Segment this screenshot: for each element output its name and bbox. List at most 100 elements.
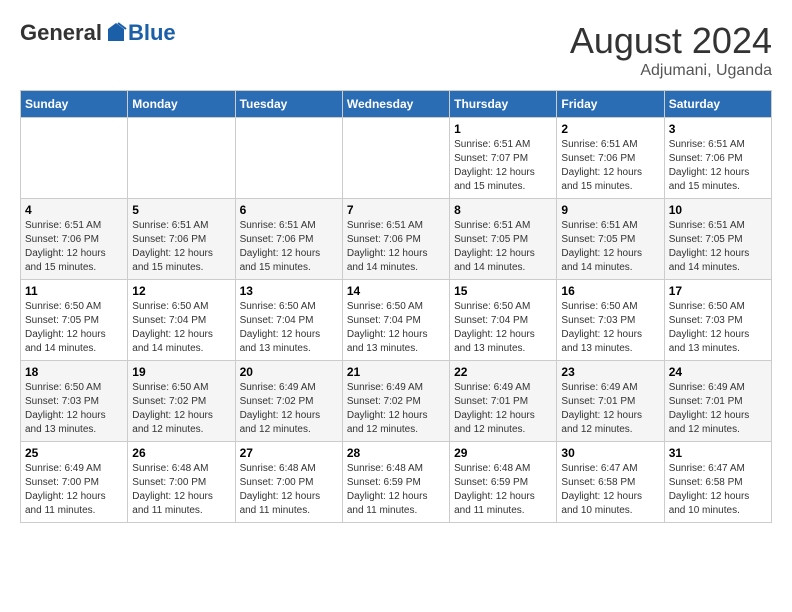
day-info: Sunrise: 6:50 AM Sunset: 7:03 PM Dayligh…: [669, 300, 767, 356]
day-info: Sunrise: 6:51 AM Sunset: 7:07 PM Dayligh…: [454, 138, 552, 194]
day-number: 25: [25, 446, 123, 460]
weekday-header: Friday: [557, 91, 664, 118]
day-number: 27: [240, 446, 338, 460]
title-block: August 2024 Adjumani, Uganda: [570, 20, 772, 80]
calendar-cell: 15 Sunrise: 6:50 AM Sunset: 7:04 PM Dayli…: [450, 280, 557, 361]
calendar-cell: 12 Sunrise: 6:50 AM Sunset: 7:04 PM Dayli…: [128, 280, 235, 361]
day-info: Sunrise: 6:48 AM Sunset: 7:00 PM Dayligh…: [132, 462, 230, 518]
weekday-header: Monday: [128, 91, 235, 118]
day-number: 10: [669, 203, 767, 217]
calendar-cell: 20 Sunrise: 6:49 AM Sunset: 7:02 PM Dayli…: [235, 361, 342, 442]
calendar-cell: 25 Sunrise: 6:49 AM Sunset: 7:00 PM Dayli…: [21, 442, 128, 523]
day-number: 26: [132, 446, 230, 460]
calendar-table: SundayMondayTuesdayWednesdayThursdayFrid…: [20, 90, 772, 523]
calendar-cell: [21, 118, 128, 199]
day-info: Sunrise: 6:50 AM Sunset: 7:03 PM Dayligh…: [25, 381, 123, 437]
day-info: Sunrise: 6:51 AM Sunset: 7:05 PM Dayligh…: [454, 219, 552, 275]
calendar-cell: 7Sunrise: 6:51 AM Sunset: 7:06 PM Daylig…: [342, 199, 449, 280]
weekday-header: Tuesday: [235, 91, 342, 118]
calendar-cell: 5Sunrise: 6:51 AM Sunset: 7:06 PM Daylig…: [128, 199, 235, 280]
logo-icon: [104, 21, 128, 45]
logo: General Blue: [20, 20, 176, 46]
day-info: Sunrise: 6:49 AM Sunset: 7:00 PM Dayligh…: [25, 462, 123, 518]
day-number: 15: [454, 284, 552, 298]
calendar-week-row: 11 Sunrise: 6:50 AM Sunset: 7:05 PM Dayli…: [21, 280, 772, 361]
day-number: 13: [240, 284, 338, 298]
calendar-cell: 16 Sunrise: 6:50 AM Sunset: 7:03 PM Dayli…: [557, 280, 664, 361]
day-number: 16: [561, 284, 659, 298]
weekday-header: Wednesday: [342, 91, 449, 118]
day-info: Sunrise: 6:51 AM Sunset: 7:05 PM Dayligh…: [561, 219, 659, 275]
day-info: Sunrise: 6:50 AM Sunset: 7:03 PM Dayligh…: [561, 300, 659, 356]
day-number: 29: [454, 446, 552, 460]
day-info: Sunrise: 6:50 AM Sunset: 7:04 PM Dayligh…: [347, 300, 445, 356]
calendar-cell: [235, 118, 342, 199]
calendar-cell: 18 Sunrise: 6:50 AM Sunset: 7:03 PM Dayli…: [21, 361, 128, 442]
day-info: Sunrise: 6:51 AM Sunset: 7:06 PM Dayligh…: [240, 219, 338, 275]
calendar-cell: [128, 118, 235, 199]
calendar-week-row: 25 Sunrise: 6:49 AM Sunset: 7:00 PM Dayli…: [21, 442, 772, 523]
day-number: 5: [132, 203, 230, 217]
calendar-week-row: 4 Sunrise: 6:51 AM Sunset: 7:06 PM Daylig…: [21, 199, 772, 280]
calendar-cell: 14 Sunrise: 6:50 AM Sunset: 7:04 PM Dayli…: [342, 280, 449, 361]
day-number: 20: [240, 365, 338, 379]
day-number: 4: [25, 203, 123, 217]
day-info: Sunrise: 6:48 AM Sunset: 7:00 PM Dayligh…: [240, 462, 338, 518]
day-info: Sunrise: 6:50 AM Sunset: 7:04 PM Dayligh…: [132, 300, 230, 356]
day-number: 2: [561, 122, 659, 136]
day-number: 17: [669, 284, 767, 298]
calendar-week-row: 18 Sunrise: 6:50 AM Sunset: 7:03 PM Dayli…: [21, 361, 772, 442]
day-info: Sunrise: 6:50 AM Sunset: 7:04 PM Dayligh…: [240, 300, 338, 356]
calendar-cell: 4Sunrise: 6:51 AM Sunset: 7:06 PM Daylig…: [21, 199, 128, 280]
calendar-cell: 30 Sunrise: 6:47 AM Sunset: 6:58 PM Dayli…: [557, 442, 664, 523]
day-number: 18: [25, 365, 123, 379]
weekday-header-row: SundayMondayTuesdayWednesdayThursdayFrid…: [21, 91, 772, 118]
day-info: Sunrise: 6:51 AM Sunset: 7:06 PM Dayligh…: [561, 138, 659, 194]
logo-general: General: [20, 20, 102, 46]
calendar-cell: 21Sunrise: 6:49 AM Sunset: 7:02 PM Dayli…: [342, 361, 449, 442]
day-info: Sunrise: 6:48 AM Sunset: 6:59 PM Dayligh…: [347, 462, 445, 518]
day-info: Sunrise: 6:50 AM Sunset: 7:02 PM Dayligh…: [132, 381, 230, 437]
day-info: Sunrise: 6:51 AM Sunset: 7:05 PM Dayligh…: [669, 219, 767, 275]
day-info: Sunrise: 6:49 AM Sunset: 7:01 PM Dayligh…: [561, 381, 659, 437]
calendar-cell: 6Sunrise: 6:51 AM Sunset: 7:06 PM Daylig…: [235, 199, 342, 280]
logo-blue: Blue: [128, 20, 176, 46]
calendar-cell: 17 Sunrise: 6:50 AM Sunset: 7:03 PM Dayli…: [664, 280, 771, 361]
day-number: 30: [561, 446, 659, 460]
calendar-cell: 31Sunrise: 6:47 AM Sunset: 6:58 PM Dayli…: [664, 442, 771, 523]
calendar-cell: 22 Sunrise: 6:49 AM Sunset: 7:01 PM Dayli…: [450, 361, 557, 442]
day-number: 11: [25, 284, 123, 298]
calendar-cell: 27 Sunrise: 6:48 AM Sunset: 7:00 PM Dayli…: [235, 442, 342, 523]
location: Adjumani, Uganda: [570, 62, 772, 80]
calendar-cell: 26 Sunrise: 6:48 AM Sunset: 7:00 PM Dayli…: [128, 442, 235, 523]
day-info: Sunrise: 6:49 AM Sunset: 7:01 PM Dayligh…: [454, 381, 552, 437]
day-info: Sunrise: 6:47 AM Sunset: 6:58 PM Dayligh…: [669, 462, 767, 518]
day-number: 8: [454, 203, 552, 217]
day-info: Sunrise: 6:48 AM Sunset: 6:59 PM Dayligh…: [454, 462, 552, 518]
day-info: Sunrise: 6:50 AM Sunset: 7:05 PM Dayligh…: [25, 300, 123, 356]
calendar-cell: 1 Sunrise: 6:51 AM Sunset: 7:07 PM Daylig…: [450, 118, 557, 199]
day-number: 24: [669, 365, 767, 379]
calendar-week-row: 1 Sunrise: 6:51 AM Sunset: 7:07 PM Daylig…: [21, 118, 772, 199]
day-info: Sunrise: 6:51 AM Sunset: 7:06 PM Dayligh…: [669, 138, 767, 194]
day-number: 19: [132, 365, 230, 379]
day-number: 12: [132, 284, 230, 298]
calendar-cell: 23Sunrise: 6:49 AM Sunset: 7:01 PM Dayli…: [557, 361, 664, 442]
calendar-cell: 19 Sunrise: 6:50 AM Sunset: 7:02 PM Dayli…: [128, 361, 235, 442]
day-number: 22: [454, 365, 552, 379]
weekday-header: Saturday: [664, 91, 771, 118]
day-number: 1: [454, 122, 552, 136]
day-number: 9: [561, 203, 659, 217]
calendar-cell: [342, 118, 449, 199]
day-info: Sunrise: 6:50 AM Sunset: 7:04 PM Dayligh…: [454, 300, 552, 356]
day-number: 28: [347, 446, 445, 460]
day-number: 14: [347, 284, 445, 298]
day-info: Sunrise: 6:49 AM Sunset: 7:02 PM Dayligh…: [240, 381, 338, 437]
day-info: Sunrise: 6:47 AM Sunset: 6:58 PM Dayligh…: [561, 462, 659, 518]
calendar-cell: 3Sunrise: 6:51 AM Sunset: 7:06 PM Daylig…: [664, 118, 771, 199]
calendar-cell: 8 Sunrise: 6:51 AM Sunset: 7:05 PM Daylig…: [450, 199, 557, 280]
calendar-cell: 28 Sunrise: 6:48 AM Sunset: 6:59 PM Dayli…: [342, 442, 449, 523]
calendar-cell: 9 Sunrise: 6:51 AM Sunset: 7:05 PM Daylig…: [557, 199, 664, 280]
day-number: 7: [347, 203, 445, 217]
calendar-cell: 11 Sunrise: 6:50 AM Sunset: 7:05 PM Dayli…: [21, 280, 128, 361]
